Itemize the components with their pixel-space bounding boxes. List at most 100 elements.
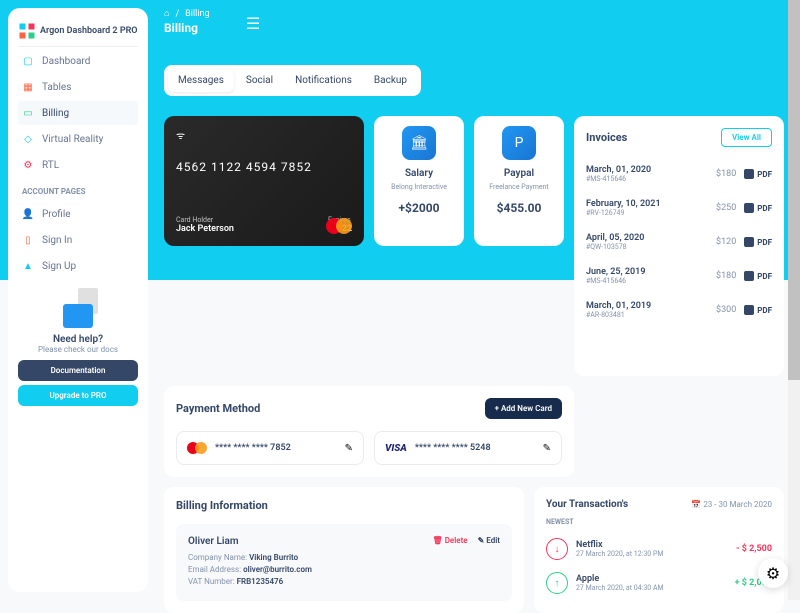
user-icon: 👤 xyxy=(22,208,34,220)
view-all-button[interactable]: View All xyxy=(721,128,772,147)
settings-button[interactable]: ⚙ xyxy=(758,558,788,588)
stat-value: $455.00 xyxy=(484,201,554,215)
billing-title: Billing Information xyxy=(176,499,512,512)
transactions-range: 📅 23 - 30 March 2020 xyxy=(691,500,772,509)
payment-title: Payment Method xyxy=(176,402,260,415)
visa-icon: VISA xyxy=(385,443,407,454)
transaction-time: 27 March 2020, at 12:30 PM xyxy=(576,550,663,558)
breadcrumb-parent[interactable]: Billing xyxy=(185,9,209,19)
pdf-icon xyxy=(744,305,754,315)
invoices-panel: Invoices View All March, 01, 2020#MS-415… xyxy=(574,116,784,376)
calendar-icon: ▦ xyxy=(22,81,34,93)
credit-card-icon: ▭ xyxy=(22,107,34,119)
sidebar-label: RTL xyxy=(42,160,59,171)
help-title: Need help? xyxy=(18,334,138,345)
add-card-button[interactable]: + Add New Card xyxy=(485,398,562,419)
company-label: Company Name: xyxy=(188,553,247,562)
card-holder-label: Card Holder xyxy=(176,216,234,224)
pdf-button[interactable]: PDF xyxy=(744,271,772,281)
sidebar-item-billing[interactable]: ▭ Billing xyxy=(18,101,138,125)
pdf-button[interactable]: PDF xyxy=(744,169,772,179)
card-number: 4562 1122 4594 7852 xyxy=(176,160,352,174)
pdf-icon xyxy=(744,203,754,213)
logo-icon xyxy=(18,22,36,40)
cube-icon: ◇ xyxy=(22,133,34,145)
invoice-date: April, 05, 2020 xyxy=(586,233,644,243)
invoice-date: February, 10, 2021 xyxy=(586,199,661,209)
brand-logo[interactable]: Argon Dashboard 2 PRO xyxy=(18,16,138,47)
home-icon[interactable]: ⌂ xyxy=(164,8,169,19)
transactions-section: NEWEST xyxy=(546,518,772,526)
paypal-icon: P xyxy=(502,126,536,160)
invoice-row: February, 10, 2021#RV-126749$250PDF xyxy=(586,191,772,225)
display-icon: ▢ xyxy=(22,55,34,67)
email-value: oliver@burrito.com xyxy=(243,565,312,574)
invoice-id: #MS-415646 xyxy=(586,175,651,183)
payment-method-panel: Payment Method + Add New Card **** **** … xyxy=(164,386,574,477)
transaction-time: 27 March 2020, at 04:30 AM xyxy=(576,584,664,592)
documentation-button[interactable]: Documentation xyxy=(18,360,138,381)
pdf-icon xyxy=(744,271,754,281)
main-content: ⌂ / Billing Billing ☰ Messages Social No… xyxy=(156,0,792,600)
mastercard-icon xyxy=(326,218,352,234)
invoice-date: March, 01, 2019 xyxy=(586,301,651,311)
vat-label: VAT Number: xyxy=(188,577,235,586)
company-value: Viking Burrito xyxy=(249,553,298,562)
sidebar-item-signin[interactable]: ▯ Sign In xyxy=(18,228,138,252)
sidebar-label: Billing xyxy=(42,108,69,119)
rocket-icon: ▲ xyxy=(22,260,34,272)
sidebar-item-profile[interactable]: 👤 Profile xyxy=(18,202,138,226)
invoice-row: April, 05, 2020#QW-103578$120PDF xyxy=(586,225,772,259)
tab-notifications[interactable]: Notifications xyxy=(285,69,362,92)
sidebar-label: Sign In xyxy=(42,235,72,246)
invoice-id: #MS-415646 xyxy=(586,277,645,285)
brand-text: Argon Dashboard 2 PRO xyxy=(40,26,138,36)
invoices-title: Invoices xyxy=(586,131,627,144)
invoice-row: March, 01, 2020#MS-415646 $180 PDF xyxy=(586,157,772,191)
sidebar-item-signup[interactable]: ▲ Sign Up xyxy=(18,254,138,278)
sidebar-item-dashboard[interactable]: ▢ Dashboard xyxy=(18,49,138,73)
sidebar-item-vr[interactable]: ◇ Virtual Reality xyxy=(18,127,138,151)
sidebar-item-rtl[interactable]: ⚙ RTL xyxy=(18,153,138,177)
transaction-name: Apple xyxy=(576,574,664,584)
card-masked: **** **** **** 7852 xyxy=(215,443,291,453)
edit-icon[interactable]: ✎ xyxy=(543,443,551,454)
upgrade-button[interactable]: Upgrade to PRO xyxy=(18,385,138,406)
edit-button[interactable]: ✎ Edit xyxy=(478,536,500,545)
sidebar-item-tables[interactable]: ▦ Tables xyxy=(18,75,138,99)
invoice-date: March, 01, 2020 xyxy=(586,165,651,175)
tab-messages[interactable]: Messages xyxy=(168,69,234,92)
pdf-button[interactable]: PDF xyxy=(744,203,772,213)
invoice-amount: $180 xyxy=(716,169,736,179)
payment-card-visa: VISA **** **** **** 5248 ✎ xyxy=(374,431,562,465)
tools-icon: ⚙ xyxy=(22,159,34,171)
invoice-amount: $180 xyxy=(716,271,736,281)
document-icon: ▯ xyxy=(22,234,34,246)
pdf-button[interactable]: PDF xyxy=(744,305,772,315)
transaction-row: ↓Netflix27 March 2020, at 12:30 PM- $ 2,… xyxy=(546,532,772,566)
pdf-icon xyxy=(744,169,754,179)
vat-value: FRB1235476 xyxy=(237,577,284,586)
mastercard-icon xyxy=(187,442,207,454)
stat-value: +$2000 xyxy=(384,201,454,215)
sidebar-label: Sign Up xyxy=(42,261,76,272)
delete-button[interactable]: 🗑 Delete xyxy=(433,536,468,545)
sidebar-label: Tables xyxy=(42,82,71,93)
stat-card-paypal: P Paypal Freelance Payment $455.00 xyxy=(474,116,564,246)
edit-icon[interactable]: ✎ xyxy=(345,443,353,454)
arrow-down-icon: ↓ xyxy=(546,538,568,560)
sidebar-section-header: ACCOUNT PAGES xyxy=(18,179,138,200)
tab-social[interactable]: Social xyxy=(236,69,283,92)
help-subtitle: Please check our docs xyxy=(18,345,138,354)
invoice-amount: $300 xyxy=(716,305,736,315)
transactions-title: Your Transaction's xyxy=(546,499,628,510)
transaction-amount: - $ 2,500 xyxy=(736,544,772,554)
stat-card-salary: 🏛 Salary Belong Interactive +$2000 xyxy=(374,116,464,246)
invoice-row: June, 25, 2019#MS-415646$180PDF xyxy=(586,259,772,293)
pdf-button[interactable]: PDF xyxy=(744,237,772,247)
invoice-id: #AR-803481 xyxy=(586,311,651,319)
menu-toggle-icon[interactable]: ☰ xyxy=(246,14,260,33)
sidebar: Argon Dashboard 2 PRO ▢ Dashboard ▦ Tabl… xyxy=(8,8,148,592)
wifi-icon: ᯤ xyxy=(176,128,352,142)
tab-backup[interactable]: Backup xyxy=(364,69,417,92)
